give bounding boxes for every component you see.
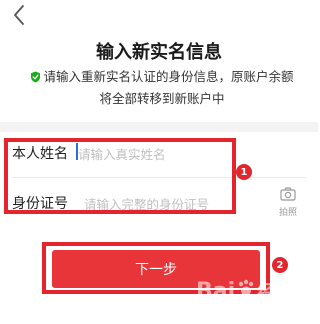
shield-check-icon: [30, 69, 41, 89]
watermark: Bai 经验: [196, 266, 316, 316]
watermark-text-right: 经验: [257, 282, 294, 303]
chevron-left-icon: [14, 5, 24, 25]
notice-line-1: 请输入重新实名认证的身份信息，原账户余额: [43, 69, 294, 84]
page-title: 输入新实名信息: [96, 42, 222, 63]
watermark-text-left: Bai: [196, 278, 236, 304]
camera-button[interactable]: 拍照: [274, 186, 302, 218]
notice-text: 请输入重新实名认证的身份信息，原账户余额 将全部转移到新账户中: [24, 67, 300, 109]
camera-icon: [280, 187, 296, 201]
section-divider: [0, 122, 318, 132]
paw-icon: [236, 278, 256, 304]
notice-line-2: 将全部转移到新账户中: [99, 91, 225, 106]
highlight-box-form: [4, 138, 236, 214]
step-badge-1: 1: [236, 164, 252, 180]
camera-label: 拍照: [278, 208, 297, 218]
back-button[interactable]: [8, 2, 30, 28]
